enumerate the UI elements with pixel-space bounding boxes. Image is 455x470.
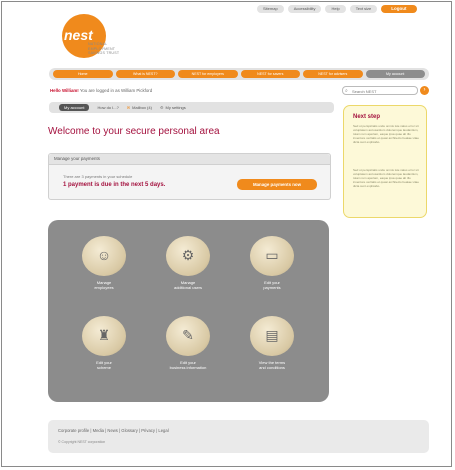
users-settings-icon: ⚙	[166, 236, 210, 276]
logout-button[interactable]: Logout	[381, 5, 417, 13]
tile-label: Manage employees	[74, 280, 134, 290]
main-nav: Home What is NEST? NEST for employers NE…	[49, 68, 429, 80]
next-step-text: Sed ut perspiciatis unde omnis iste natu…	[353, 168, 419, 188]
tab-my-account[interactable]: My account	[59, 104, 90, 111]
tile-label-line: employees	[94, 285, 114, 290]
nav-savers[interactable]: NEST for savers	[240, 70, 300, 78]
tile-edit-business-info[interactable]: ✎ Edit your business information	[158, 316, 218, 370]
scheme-icon: ♜	[82, 316, 126, 356]
tile-label-line: scheme	[96, 365, 111, 370]
mail-icon: ✉	[126, 105, 131, 110]
tile-label-line: additional users	[173, 285, 203, 290]
greeting-name: Hello William!	[50, 88, 79, 93]
account-subtabs: My account How do I...? ✉ Mailbox (4) ⚙ My…	[49, 102, 334, 113]
tile-manage-additional-users[interactable]: ⚙ Manage additional users	[158, 236, 218, 290]
payments-panel: Manage your payments There are 3 payment…	[48, 153, 331, 200]
next-step-panel: Next step Sed ut perspiciatis unde omnis…	[343, 105, 427, 218]
search-input[interactable]: ⌕ Search NEST	[342, 86, 418, 95]
tile-label: Edit your business information	[158, 360, 218, 370]
logo-tagline: NATIONAL EMPLOYMENT SAVINGS TRUST	[88, 42, 132, 56]
next-step-title: Next step	[353, 114, 381, 120]
page-frame: Sitemap Accessibility Help Text size Log…	[1, 1, 452, 467]
tab-settings-label: My settings	[165, 105, 186, 110]
copyright: © Copyright NEST corporation	[58, 440, 106, 444]
nav-employers[interactable]: NEST for employers	[178, 70, 238, 78]
tile-edit-scheme[interactable]: ♜ Edit your scheme	[74, 316, 134, 370]
notepad-icon: ✎	[166, 316, 210, 356]
action-tiles: ☺ Manage employees ⚙ Manage additional use…	[48, 220, 329, 402]
tile-label: Manage additional users	[158, 280, 218, 290]
tab-how-do-i-label: How do I...?	[97, 105, 119, 110]
nav-what-is-nest[interactable]: What is NEST?	[115, 70, 175, 78]
card-icon: ▭	[250, 236, 294, 276]
search-go-button[interactable]: ›	[420, 86, 429, 95]
sitemap-link[interactable]: Sitemap	[257, 5, 284, 13]
tile-edit-payments[interactable]: ▭ Edit your payments	[242, 236, 302, 290]
accessibility-link[interactable]: Accessibility	[287, 5, 322, 13]
next-step-text: Sed ut perspiciatis unde omnis iste natu…	[353, 124, 419, 144]
tile-terms-conditions[interactable]: ▤ View the terms and conditions	[242, 316, 302, 370]
employee-icon: ☺	[82, 236, 126, 276]
footer: Corporate profile | Media | News | Gloss…	[48, 420, 429, 453]
tile-label-line: and conditions	[259, 365, 285, 370]
manage-payments-button[interactable]: Manage payments now	[237, 179, 317, 190]
tagline-line: SAVINGS TRUST	[88, 51, 120, 55]
help-link[interactable]: Help	[325, 5, 346, 13]
payments-heading: Manage your payments	[49, 154, 330, 165]
tile-label-line: business information	[169, 365, 207, 370]
footer-links[interactable]: Corporate profile | Media | News | Gloss…	[58, 428, 169, 433]
payments-info: There are 3 payments in your schedule	[63, 174, 133, 179]
logo-wordmark: nest	[64, 27, 93, 43]
text-size-link[interactable]: Text size	[349, 5, 378, 13]
search-placeholder: Search NEST	[352, 89, 377, 94]
nav-home[interactable]: Home	[53, 70, 113, 78]
nav-advisers[interactable]: NEST for advisers	[303, 70, 363, 78]
tile-label-line: payments	[263, 285, 281, 290]
payments-due: 1 payment is due in the next 5 days.	[63, 182, 166, 188]
tile-label: Edit your payments	[242, 280, 302, 290]
login-greeting: Hello William! You are logged in as Will…	[50, 88, 152, 93]
search-icon: ⌕	[345, 88, 348, 94]
document-icon: ▤	[250, 316, 294, 356]
tab-how-do-i[interactable]: How do I...?	[97, 105, 118, 110]
tab-settings[interactable]: ⚙ My settings	[160, 105, 186, 110]
tile-label: View the terms and conditions	[242, 360, 302, 370]
tile-label: Edit your scheme	[74, 360, 134, 370]
tab-mailbox-label: Mailbox (4)	[132, 105, 152, 110]
page-title: Welcome to your secure personal area	[48, 126, 220, 137]
nav-my-account[interactable]: My account	[365, 70, 425, 78]
top-utility-nav: Sitemap Accessibility Help Text size Log…	[257, 5, 417, 13]
tab-mailbox[interactable]: ✉ Mailbox (4)	[127, 105, 152, 110]
greeting-status: You are logged in as William Pickford	[79, 88, 153, 93]
tile-manage-employees[interactable]: ☺ Manage employees	[74, 236, 134, 290]
gear-icon: ⚙	[159, 105, 164, 110]
